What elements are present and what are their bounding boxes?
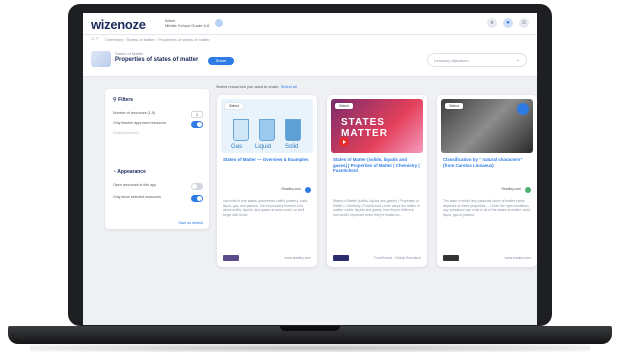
breadcrumb-trail: Chemistry › States of Matter › Propertie… [105,37,210,42]
filter-label: Number of resources (1-5) [113,111,156,115]
publisher-logo [333,255,349,261]
select-checkbox[interactable]: Select [335,103,353,109]
learning-objectives-select[interactable]: Learning objectives ⌄ [427,53,527,67]
lesson-header: States of Matter Properties of states of… [83,45,537,77]
edit-icon[interactable] [517,103,529,115]
card-description: States of Matter (solids, liquids and ga… [333,199,420,217]
breadcrumb-item: Properties of states of matter [158,37,210,42]
objectives-placeholder: Learning objectives [434,58,469,63]
filter-resource-count: Number of resources (1-5) 3 [113,111,203,118]
card-url[interactable]: FuseSchool - Global Education [374,256,421,260]
select-checkbox[interactable]: Select [445,103,463,109]
solid-beaker-icon [285,119,301,141]
publisher-logo [443,255,459,261]
resource-card[interactable]: Gas Liquid Solid Select States of Matter… [217,95,317,267]
school-edit-icon[interactable] [215,19,223,27]
school-selector[interactable]: Wiser Middle School Grade 6-8 [165,18,209,28]
open-in-app-toggle[interactable] [191,183,203,190]
phase-label: Gas [231,144,243,150]
resource-card[interactable]: STATES MATTER Select States of Matter (s… [327,95,427,267]
notification-icon[interactable]: ● [503,18,513,28]
only-selected-toggle[interactable] [191,195,203,202]
chevron-down-icon: ⌄ [515,57,520,63]
app-logo[interactable]: wizenoze [91,17,146,32]
appearance-only-selected: Only show selected resources [113,195,203,202]
breadcrumb: ⌂ › Chemistry › States of Matter › Prope… [83,35,537,45]
select-hint-text: Select resources you want to share. [216,84,280,89]
card-url[interactable]: www.readley.com [505,256,531,260]
lesson-subtitle: States of Matter [115,51,144,56]
card-description: can exist in four states (sometimes call… [223,199,308,217]
app-screen: wizenoze Wiser Middle School Grade 6-8 ⌕… [83,13,537,325]
filters-heading: ⚲ Filters [113,97,134,103]
filter-label: Open resources in this app [113,183,156,187]
publisher-logo [223,255,239,261]
school-grade: Middle School Grade 6-8 [165,23,210,28]
filter-label: Subject-focused [113,131,139,135]
laptop-shadow [30,344,590,352]
filter-label: Only teacher approved resources [113,121,167,125]
source-badge-icon [525,187,531,193]
filter-label: Only show selected resources [113,195,161,199]
card-description: The state in which any particular piece … [443,199,531,217]
phase-label: Liquid [255,144,272,150]
top-bar: wizenoze Wiser Middle School Grade 6-8 ⌕… [83,13,537,35]
card-source: Readley.com [281,187,301,191]
appearance-heading: ◔ Appearance [113,169,146,175]
card-title[interactable]: States of Matter — Overview & Examples [223,157,311,163]
liquid-beaker-icon [259,119,275,141]
teacher-approved-toggle[interactable] [191,121,203,128]
source-badge-icon [305,187,311,193]
thumbnail-title: STATES MATTER [341,117,388,139]
select-hint: Select resources you want to share. Sele… [216,84,297,89]
share-button[interactable]: Share [208,57,234,65]
resource-count-input[interactable]: 3 [191,111,203,118]
gas-beaker-icon [233,119,249,141]
home-icon[interactable]: ⌂ › [91,36,98,42]
laptop-scene: wizenoze Wiser Middle School Grade 6-8 ⌕… [0,0,620,354]
select-checkbox[interactable]: Select [225,103,243,109]
search-icon[interactable]: ⌕ [487,18,497,28]
filters-panel: ⚲ Filters Number of resources (1-5) 3 On… [105,89,209,229]
breadcrumb-item[interactable]: States of Matter [127,37,155,42]
breadcrumb-item[interactable]: Chemistry [105,37,123,42]
lesson-thumbnail [91,51,111,67]
filter-subject-focused: Subject-focused [113,131,203,138]
card-title[interactable]: States of Matter (solids, liquids and ga… [333,157,421,174]
play-icon[interactable] [339,137,349,147]
phase-label: Solid [285,144,299,150]
filter-teacher-approved: Only teacher approved resources [113,121,203,128]
laptop-notch [280,326,340,331]
save-default-link[interactable]: Save as default [178,221,203,225]
card-title[interactable]: Classification by " natural characters" … [443,157,531,168]
card-url[interactable]: www.readley.com [285,256,311,260]
top-actions: ⌕ ● ☺ [487,18,529,28]
avatar[interactable]: ☺ [519,18,529,28]
select-all-link[interactable]: Select all [281,84,297,89]
resource-card[interactable]: Select Classification by " natural chara… [437,95,537,267]
appearance-open-in-app: Open resources in this app [113,183,203,190]
card-source: Readley.com [501,187,521,191]
page-title: Properties of states of matter [115,57,199,63]
